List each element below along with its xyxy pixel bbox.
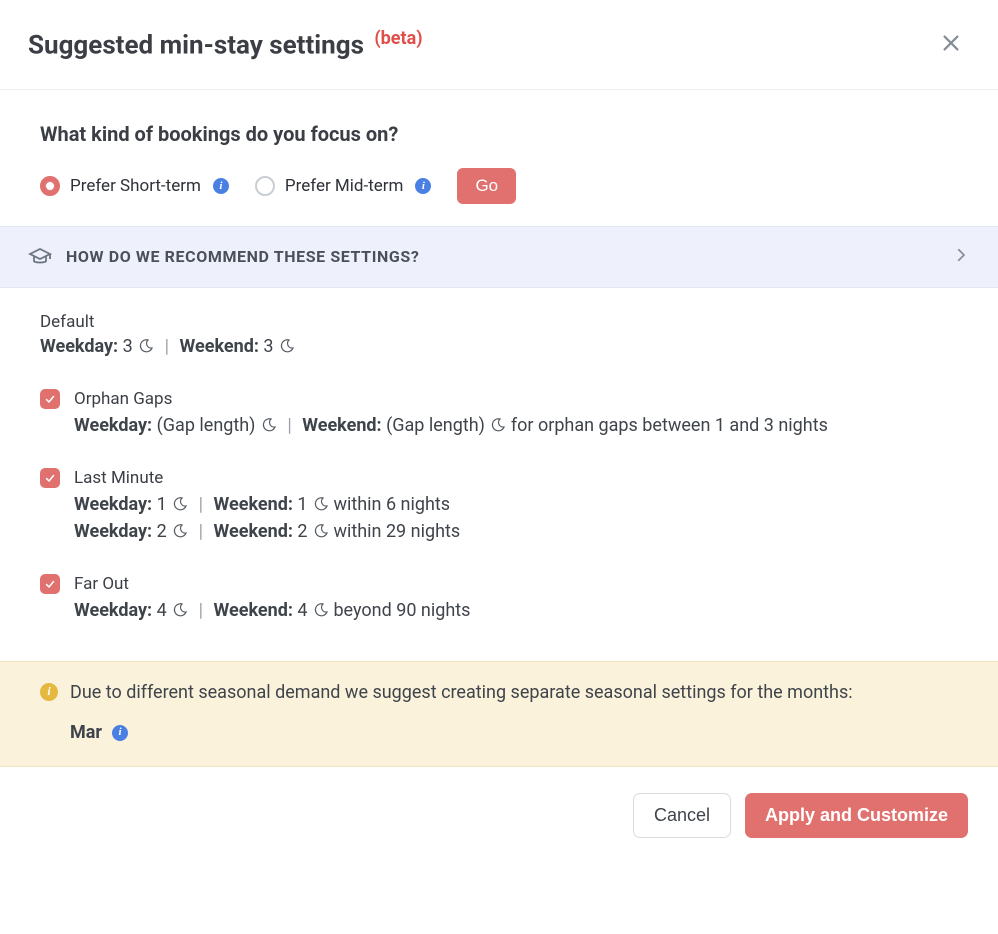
- apply-and-customize-button[interactable]: Apply and Customize: [745, 793, 968, 838]
- chevron-right-icon: [952, 246, 970, 268]
- weekday-label: Weekday:: [74, 600, 152, 621]
- weekday-value: 1: [157, 494, 167, 515]
- rule-line: Weekday: 3 | Weekend: 3: [40, 336, 958, 359]
- radio-dot-icon: [40, 176, 60, 196]
- group-orphan-gaps: Orphan Gaps Weekday: (Gap length) | Week…: [40, 389, 958, 438]
- weekday-label: Weekday:: [74, 494, 152, 515]
- booking-preference-section: What kind of bookings do you focus on? P…: [0, 90, 998, 226]
- close-icon: [940, 42, 962, 57]
- rule-line: Weekday: 4 | Weekend: 4 beyond 90 nights: [74, 600, 958, 623]
- radio-label: Prefer Short-term: [70, 176, 201, 196]
- weekend-value: 1: [297, 494, 307, 515]
- info-icon[interactable]: i: [112, 725, 128, 741]
- rule-tail: for orphan gaps between 1 and 3 nights: [511, 415, 828, 436]
- dialog-footer: Cancel Apply and Customize: [0, 767, 998, 868]
- rule-line: Weekday: 2 | Weekend: 2 within 29 nights: [74, 521, 958, 544]
- go-button[interactable]: Go: [457, 168, 516, 204]
- warning-month-row: Mar i: [70, 720, 853, 746]
- rule-tail: beyond 90 nights: [333, 600, 470, 621]
- separator: |: [287, 415, 291, 436]
- dialog-title: Suggested min-stay settings (beta): [28, 28, 423, 61]
- info-icon[interactable]: i: [213, 178, 229, 194]
- group-name: Default: [40, 312, 958, 332]
- radio-prefer-short-term[interactable]: Prefer Short-term i: [40, 176, 229, 196]
- recommendation-explainer-accordion[interactable]: HOW DO WE RECOMMEND THESE SETTINGS?: [0, 226, 998, 288]
- radio-label: Prefer Mid-term: [285, 176, 404, 196]
- checkbox-far-out[interactable]: [40, 574, 60, 594]
- warning-month: Mar: [70, 720, 102, 746]
- group-default: Default Weekday: 3 | Weekend: 3: [40, 312, 958, 359]
- cancel-button[interactable]: Cancel: [633, 793, 731, 838]
- settings-list: Default Weekday: 3 | Weekend: 3 Orphan G…: [0, 288, 998, 661]
- weekend-label: Weekend:: [214, 600, 293, 621]
- group-name: Last Minute: [74, 468, 163, 488]
- booking-preference-options: Prefer Short-term i Prefer Mid-term i Go: [40, 168, 958, 204]
- booking-preference-question: What kind of bookings do you focus on?: [40, 122, 958, 146]
- accordion-title: HOW DO WE RECOMMEND THESE SETTINGS?: [66, 247, 938, 266]
- moon-icon: [313, 496, 329, 517]
- rule-tail: within 6 nights: [333, 494, 450, 515]
- separator: |: [165, 336, 169, 357]
- group-far-out: Far Out Weekday: 4 | Weekend: 4 beyond 9…: [40, 574, 958, 623]
- weekend-value: 3: [263, 336, 273, 357]
- warning-text: Due to different seasonal demand we sugg…: [70, 680, 853, 706]
- group-name: Far Out: [74, 574, 129, 594]
- group-name: Orphan Gaps: [74, 389, 172, 409]
- weekend-label: Weekend:: [214, 494, 293, 515]
- weekend-label: Weekend:: [302, 415, 381, 436]
- rule-line: Weekday: (Gap length) | Weekend: (Gap le…: [74, 415, 958, 438]
- rule-line: Weekday: 1 | Weekend: 1 within 6 nights: [74, 494, 958, 517]
- weekend-label: Weekend:: [214, 521, 293, 542]
- seasonal-warning: i Due to different seasonal demand we su…: [0, 661, 998, 767]
- weekend-value: 4: [297, 600, 307, 621]
- weekday-label: Weekday:: [74, 415, 152, 436]
- group-last-minute: Last Minute Weekday: 1 | Weekend: 1 with…: [40, 468, 958, 544]
- close-button[interactable]: [936, 28, 966, 58]
- radio-dot-icon: [255, 176, 275, 196]
- weekday-value: (Gap length): [157, 415, 256, 436]
- weekday-label: Weekday:: [74, 521, 152, 542]
- weekday-value: 3: [123, 336, 133, 357]
- moon-icon: [261, 417, 277, 438]
- moon-icon: [172, 496, 188, 517]
- weekday-label: Weekday:: [40, 336, 118, 357]
- weekday-value: 4: [157, 600, 167, 621]
- separator: |: [199, 600, 203, 621]
- weekday-value: 2: [157, 521, 167, 542]
- moon-icon: [138, 338, 154, 359]
- checkbox-last-minute[interactable]: [40, 468, 60, 488]
- info-icon[interactable]: i: [415, 178, 431, 194]
- moon-icon: [313, 523, 329, 544]
- rule-tail: within 29 nights: [333, 521, 460, 542]
- weekend-label: Weekend:: [180, 336, 259, 357]
- dialog-title-text: Suggested min-stay settings: [28, 31, 364, 61]
- moon-icon: [313, 602, 329, 623]
- weekend-value: 2: [297, 521, 307, 542]
- moon-icon: [490, 417, 506, 438]
- graduation-cap-icon: [28, 245, 52, 269]
- checkbox-orphan-gaps[interactable]: [40, 389, 60, 409]
- weekend-value: (Gap length): [386, 415, 485, 436]
- separator: |: [199, 521, 203, 542]
- warning-info-icon: i: [40, 683, 58, 701]
- moon-icon: [279, 338, 295, 359]
- moon-icon: [172, 523, 188, 544]
- moon-icon: [172, 602, 188, 623]
- radio-prefer-mid-term[interactable]: Prefer Mid-term i: [255, 176, 432, 196]
- dialog-header: Suggested min-stay settings (beta): [0, 0, 998, 90]
- separator: |: [199, 494, 203, 515]
- beta-tag: (beta): [374, 28, 422, 49]
